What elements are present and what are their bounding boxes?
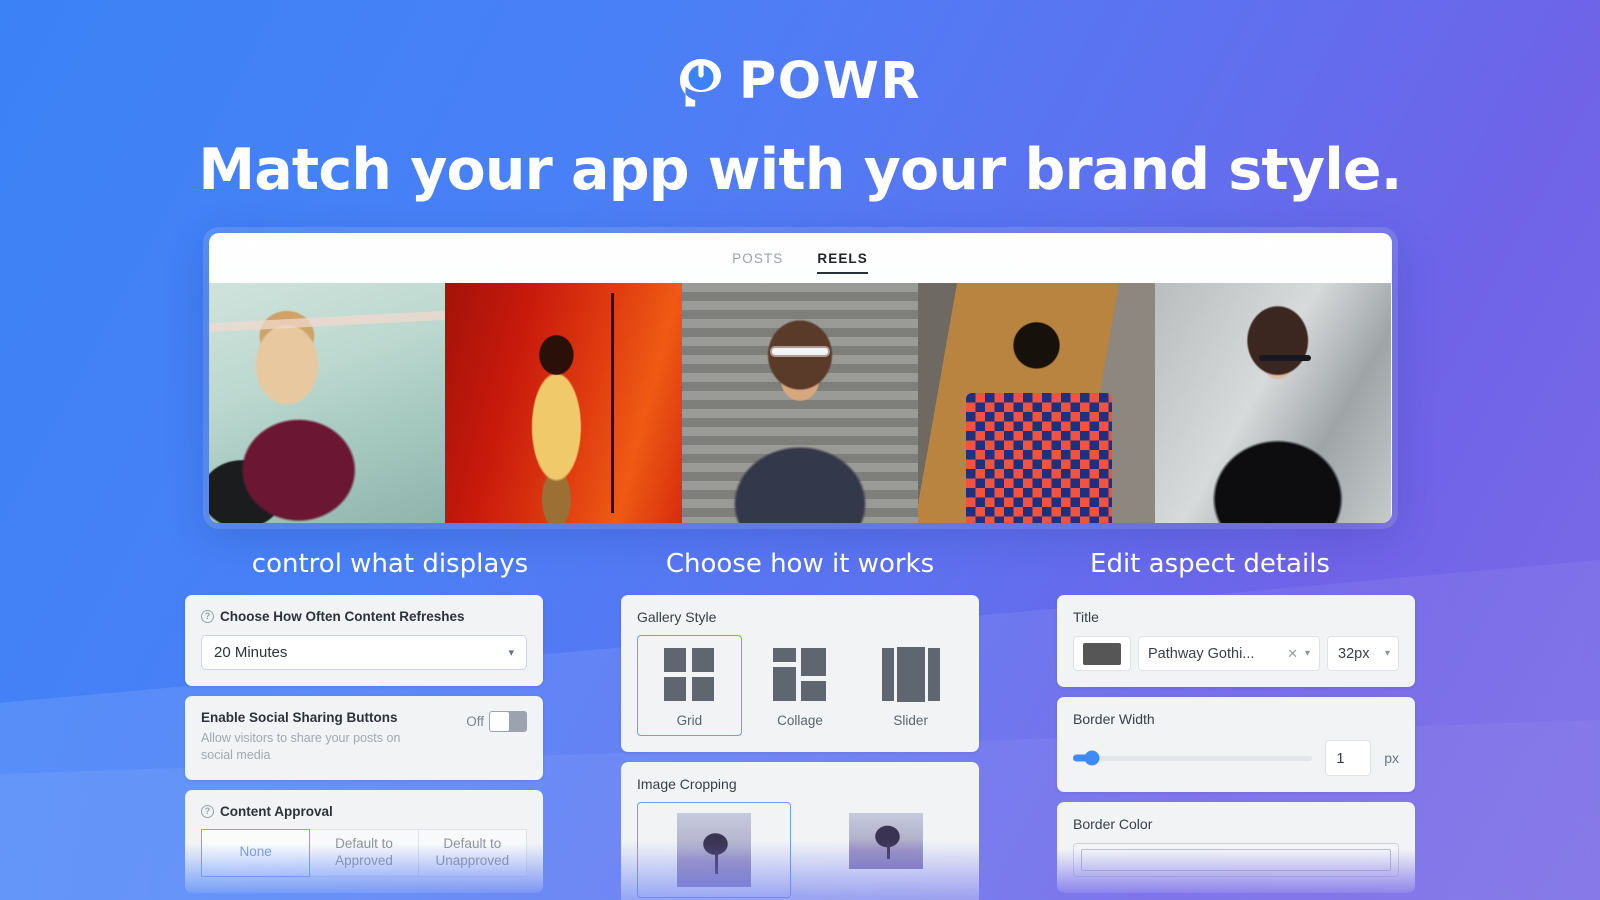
label-text: Title [1073, 609, 1099, 625]
label-content-approval: ? Content Approval [201, 804, 527, 819]
segment-default-unapproved[interactable]: Default to Unapproved [418, 828, 527, 877]
card-gallery-style: Gallery Style Grid Collage Slider [621, 595, 979, 752]
collage-layout-icon [770, 646, 830, 703]
gallery-image-strip [208, 283, 1392, 523]
switch-knob [490, 712, 509, 731]
label-text: Gallery Style [637, 609, 717, 625]
label-border-color: Border Color [1073, 816, 1399, 832]
column-heading-display: control what displays [251, 549, 529, 579]
tab-reels[interactable]: REELS [817, 251, 868, 274]
title-font-value: Pathway Gothi... [1148, 645, 1255, 662]
border-color-swatch [1081, 849, 1391, 871]
image-cropping-options [637, 802, 963, 898]
caret-down-icon: ▾ [1304, 648, 1310, 659]
slider-layout-icon [881, 646, 941, 703]
card-border-width: Border Width 1 px [1057, 697, 1415, 792]
page-title: Match your app with your brand style. [198, 137, 1402, 203]
gallery-style-label-grid: Grid [676, 713, 703, 728]
card-content-approval: ? Content Approval None Default to Appro… [185, 789, 543, 893]
column-headings: control what displays Choose how it work… [185, 549, 1415, 579]
brand-name: POWR [738, 52, 922, 111]
help-icon[interactable]: ? [201, 804, 214, 818]
title-font-select[interactable]: Pathway Gothi... ✕ ▾ [1138, 636, 1320, 671]
crop-option-square[interactable] [637, 802, 791, 898]
settings-columns: ? Choose How Often Content Refreshes 20 … [185, 595, 1415, 900]
label-text: Content Approval [220, 803, 333, 819]
preview-tabs: POSTS REELS [209, 243, 1392, 283]
border-width-slider[interactable] [1073, 749, 1313, 767]
label-text: Choose How Often Content Refreshes [220, 609, 465, 624]
close-icon[interactable]: ✕ [1287, 646, 1298, 662]
label-text: Border Width [1073, 711, 1155, 727]
refresh-interval-select[interactable]: 20 Minutes ▾ [201, 635, 527, 670]
card-border-color: Border Color [1057, 802, 1415, 893]
label-title: Title [1073, 609, 1399, 625]
gallery-image-3[interactable] [681, 283, 919, 523]
gallery-image-1[interactable] [208, 283, 446, 523]
segment-default-approved[interactable]: Default to Approved [310, 828, 419, 877]
border-width-input[interactable]: 1 [1325, 740, 1372, 776]
gallery-image-4[interactable] [918, 283, 1155, 523]
card-title: Title Pathway Gothi... ✕ ▾ 32px ▾ [1057, 595, 1415, 687]
label-content-refresh: ? Choose How Often Content Refreshes [201, 609, 527, 624]
label-border-width: Border Width [1073, 711, 1399, 727]
card-social-sharing: Enable Social Sharing Buttons Allow visi… [185, 696, 543, 780]
gallery-image-5[interactable] [1154, 283, 1392, 523]
slider-thumb[interactable] [1084, 750, 1100, 766]
column-heading-behavior: Choose how it works [665, 549, 935, 579]
title-font-size-value: 32px [1338, 645, 1370, 662]
gallery-style-option-collage[interactable]: Collage [748, 635, 853, 736]
tree-thumbnail-landscape [849, 813, 923, 869]
grid-layout-icon [659, 646, 719, 703]
social-sharing-toggle-control[interactable]: Off [466, 710, 527, 732]
border-color-picker[interactable] [1073, 843, 1399, 877]
gallery-style-option-slider[interactable]: Slider [858, 635, 963, 736]
label-social-sharing: Enable Social Sharing Buttons [201, 710, 454, 725]
card-content-refresh: ? Choose How Often Content Refreshes 20 … [185, 595, 543, 686]
social-sharing-switch[interactable] [489, 711, 527, 732]
gallery-style-label-collage: Collage [777, 713, 823, 728]
title-font-size-select[interactable]: 32px ▾ [1327, 636, 1399, 671]
social-sharing-description: Allow visitors to share your posts on so… [201, 731, 401, 762]
title-color-picker[interactable] [1073, 636, 1131, 671]
tree-thumbnail-square [677, 813, 751, 887]
border-width-controls: 1 px [1073, 740, 1399, 776]
column-heading-design: Edit aspect details [1090, 549, 1330, 579]
settings-column-behavior: Gallery Style Grid Collage Slider Image … [621, 595, 979, 900]
gallery-preview-panel: POSTS REELS [208, 233, 1392, 523]
label-gallery-style: Gallery Style [637, 609, 963, 625]
page-header: POWR Match your app with your brand styl… [0, 0, 1600, 203]
caret-down-icon: ▾ [1384, 648, 1390, 659]
label-text: Border Color [1073, 816, 1153, 832]
content-approval-segmented: None Default to Approved Default to Unap… [201, 828, 527, 877]
social-sharing-texts: Enable Social Sharing Buttons Allow visi… [201, 710, 454, 764]
help-icon[interactable]: ? [201, 610, 214, 623]
toggle-state-label: Off [466, 714, 484, 729]
label-image-cropping: Image Cropping [637, 776, 963, 792]
segment-none[interactable]: None [201, 828, 311, 877]
gallery-style-label-slider: Slider [893, 713, 928, 728]
color-swatch [1083, 642, 1121, 665]
power-icon [679, 56, 723, 108]
gallery-image-2[interactable] [445, 283, 682, 523]
chevron-down-icon: ▾ [508, 647, 514, 659]
tab-posts[interactable]: POSTS [732, 251, 783, 274]
refresh-interval-value: 20 Minutes [214, 644, 288, 661]
social-sharing-row: Enable Social Sharing Buttons Allow visi… [201, 710, 527, 764]
gallery-style-option-grid[interactable]: Grid [637, 635, 742, 736]
crop-option-landscape[interactable] [809, 802, 963, 898]
label-text: Image Cropping [637, 776, 737, 792]
card-image-cropping: Image Cropping [621, 762, 979, 900]
settings-column-display: ? Choose How Often Content Refreshes 20 … [185, 595, 543, 893]
title-style-controls: Pathway Gothi... ✕ ▾ 32px ▾ [1073, 636, 1399, 671]
border-width-unit: px [1384, 750, 1399, 766]
brand-logo: POWR [0, 52, 1600, 111]
gallery-style-options: Grid Collage Slider [637, 635, 963, 736]
label-text: Enable Social Sharing Buttons [201, 710, 398, 725]
slider-track [1073, 755, 1313, 761]
settings-column-design: Title Pathway Gothi... ✕ ▾ 32px ▾ Border… [1057, 595, 1415, 893]
